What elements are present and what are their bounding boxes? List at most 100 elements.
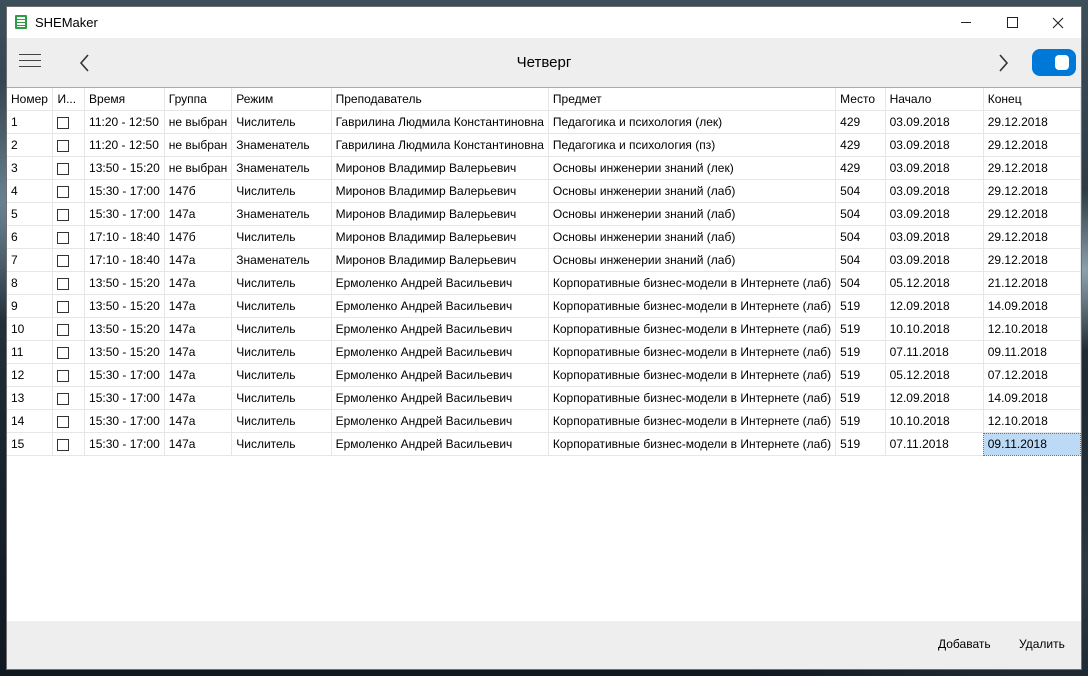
row-start-date[interactable]: 03.09.2018	[885, 248, 984, 272]
row-subject[interactable]: Основы инженерии знаний (лаб)	[548, 202, 837, 226]
row-group[interactable]: 147б	[164, 225, 233, 249]
row-place[interactable]: 519	[835, 340, 886, 364]
row-subject[interactable]: Корпоративные бизнес-модели в Интернете …	[548, 386, 837, 410]
table-row[interactable]: 12 15:30 - 17:00 147а Числитель Ермоленко Ан…	[7, 363, 1081, 387]
row-checkbox[interactable]	[52, 363, 86, 387]
row-subject[interactable]: Педагогика и психология (лек)	[548, 110, 837, 134]
row-checkbox[interactable]	[52, 133, 86, 157]
table-row[interactable]: 10 13:50 - 15:20 147а Числитель Ермоленко Ан…	[7, 317, 1081, 341]
column-header-place[interactable]: Место	[835, 88, 886, 111]
row-subject[interactable]: Корпоративные бизнес-модели в Интернете …	[548, 363, 837, 387]
row-time[interactable]: 15:30 - 17:00	[84, 202, 165, 226]
row-number[interactable]: 13	[7, 386, 54, 410]
table-row[interactable]: 8 13:50 - 15:20 147а Числитель Ермоленко Анд…	[7, 271, 1081, 295]
row-number[interactable]: 5	[7, 202, 54, 226]
row-mode[interactable]: Числитель	[231, 179, 332, 203]
row-end-date[interactable]: 29.12.2018	[983, 156, 1081, 180]
row-teacher[interactable]: Ермоленко Андрей Васильевич	[331, 317, 549, 341]
column-header-checkbox[interactable]: И...	[52, 88, 86, 111]
row-mode[interactable]: Числитель	[231, 271, 332, 295]
row-mode[interactable]: Числитель	[231, 225, 332, 249]
row-start-date[interactable]: 03.09.2018	[885, 156, 984, 180]
row-mode[interactable]: Числитель	[231, 110, 332, 134]
checkbox[interactable]	[57, 369, 70, 382]
checkbox[interactable]	[57, 346, 70, 359]
column-header-end[interactable]: Конец	[983, 88, 1081, 111]
row-number[interactable]: 11	[7, 340, 54, 364]
table-row[interactable]: 2 11:20 - 12:50 не выбран Знаменатель Гаврил…	[7, 133, 1081, 157]
row-checkbox[interactable]	[52, 156, 86, 180]
row-start-date[interactable]: 03.09.2018	[885, 110, 984, 134]
row-teacher[interactable]: Миронов Владимир Валерьевич	[331, 156, 549, 180]
table-row[interactable]: 7 17:10 - 18:40 147а Знаменатель Миронов Вла…	[7, 248, 1081, 272]
row-group[interactable]: не выбран	[164, 133, 233, 157]
row-checkbox[interactable]	[52, 386, 86, 410]
row-checkbox[interactable]	[52, 409, 86, 433]
column-header-mode[interactable]: Режим	[231, 88, 332, 111]
row-place[interactable]: 519	[835, 432, 886, 456]
table-row[interactable]: 11 13:50 - 15:20 147а Числитель Ермоленко Ан…	[7, 340, 1081, 364]
checkbox[interactable]	[57, 438, 70, 451]
row-start-date[interactable]: 03.09.2018	[885, 225, 984, 249]
checkbox[interactable]	[57, 300, 70, 313]
row-start-date[interactable]: 07.11.2018	[885, 340, 984, 364]
row-place[interactable]: 429	[835, 110, 886, 134]
row-mode[interactable]: Знаменатель	[231, 156, 332, 180]
row-teacher[interactable]: Гаврилина Людмила Константиновна	[331, 133, 549, 157]
row-number[interactable]: 12	[7, 363, 54, 387]
maximize-button[interactable]	[989, 7, 1035, 38]
row-subject[interactable]: Основы инженерии знаний (лаб)	[548, 225, 837, 249]
checkbox[interactable]	[57, 116, 70, 129]
row-time[interactable]: 13:50 - 15:20	[84, 294, 165, 318]
row-start-date[interactable]: 12.09.2018	[885, 294, 984, 318]
row-time[interactable]: 13:50 - 15:20	[84, 317, 165, 341]
checkbox[interactable]	[57, 162, 70, 175]
row-number[interactable]: 1	[7, 110, 54, 134]
table-row[interactable]: 5 15:30 - 17:00 147а Знаменатель Миронов Вла…	[7, 202, 1081, 226]
row-checkbox[interactable]	[52, 110, 86, 134]
column-header-subject[interactable]: Предмет	[548, 88, 837, 111]
row-start-date[interactable]: 12.09.2018	[885, 386, 984, 410]
column-header-teacher[interactable]: Преподаватель	[331, 88, 549, 111]
row-end-date[interactable]: 21.12.2018	[983, 271, 1081, 295]
row-group[interactable]: 147а	[164, 340, 233, 364]
row-place[interactable]: 429	[835, 133, 886, 157]
row-end-date[interactable]: 14.09.2018	[983, 294, 1081, 318]
table-row[interactable]: 4 15:30 - 17:00 147б Числитель Миронов Влади…	[7, 179, 1081, 203]
row-end-date[interactable]: 29.12.2018	[983, 202, 1081, 226]
table-row[interactable]: 6 17:10 - 18:40 147б Числитель Миронов Влади…	[7, 225, 1081, 249]
row-teacher[interactable]: Миронов Владимир Валерьевич	[331, 202, 549, 226]
row-number[interactable]: 3	[7, 156, 54, 180]
row-checkbox[interactable]	[52, 340, 86, 364]
row-time[interactable]: 15:30 - 17:00	[84, 432, 165, 456]
row-checkbox[interactable]	[52, 202, 86, 226]
row-end-date[interactable]: 12.10.2018	[983, 317, 1081, 341]
row-teacher[interactable]: Ермоленко Андрей Васильевич	[331, 294, 549, 318]
row-end-date[interactable]: 09.11.2018	[983, 432, 1081, 456]
table-row[interactable]: 9 13:50 - 15:20 147а Числитель Ермоленко Анд…	[7, 294, 1081, 318]
checkbox[interactable]	[57, 254, 70, 267]
delete-button[interactable]: Удалить	[1019, 637, 1065, 651]
row-end-date[interactable]: 29.12.2018	[983, 110, 1081, 134]
row-checkbox[interactable]	[52, 225, 86, 249]
table-row[interactable]: 15 15:30 - 17:00 147а Числитель Ермоленко Ан…	[7, 432, 1081, 456]
row-mode[interactable]: Числитель	[231, 363, 332, 387]
row-subject[interactable]: Корпоративные бизнес-модели в Интернете …	[548, 409, 837, 433]
row-time[interactable]: 11:20 - 12:50	[84, 133, 165, 157]
row-time[interactable]: 15:30 - 17:00	[84, 409, 165, 433]
schedule-grid[interactable]: Номер И... Время Группа Режим Преподават…	[7, 87, 1081, 623]
row-mode[interactable]: Числитель	[231, 294, 332, 318]
row-teacher[interactable]: Ермоленко Андрей Васильевич	[331, 432, 549, 456]
row-end-date[interactable]: 14.09.2018	[983, 386, 1081, 410]
row-number[interactable]: 9	[7, 294, 54, 318]
row-group[interactable]: 147а	[164, 386, 233, 410]
checkbox[interactable]	[57, 185, 70, 198]
row-place[interactable]: 504	[835, 248, 886, 272]
row-place[interactable]: 504	[835, 179, 886, 203]
row-subject[interactable]: Основы инженерии знаний (лаб)	[548, 179, 837, 203]
row-time[interactable]: 15:30 - 17:00	[84, 386, 165, 410]
minimize-button[interactable]	[943, 7, 989, 38]
row-teacher[interactable]: Ермоленко Андрей Васильевич	[331, 271, 549, 295]
checkbox[interactable]	[57, 415, 70, 428]
table-row[interactable]: 13 15:30 - 17:00 147а Числитель Ермоленко Ан…	[7, 386, 1081, 410]
